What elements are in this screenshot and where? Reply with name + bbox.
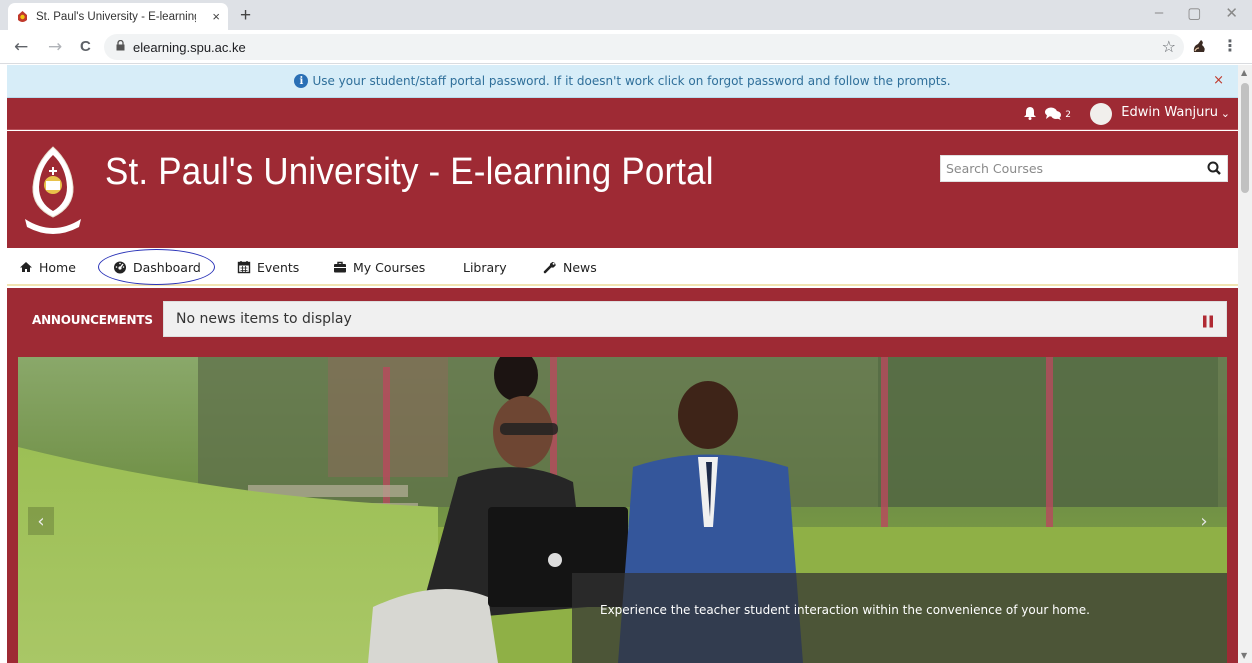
home-icon (19, 260, 33, 274)
scroll-up-icon[interactable]: ▲ (1241, 68, 1247, 77)
user-menu-name[interactable]: Edwin Wanjuru (1121, 105, 1218, 120)
pause-icon[interactable] (1202, 313, 1214, 328)
notifications-bell-icon[interactable] (1022, 105, 1038, 121)
browser-tab[interactable]: St. Paul's University - E-learning P × (8, 3, 228, 30)
wrench-icon (543, 260, 557, 274)
nav-library-label: Library (463, 259, 507, 275)
forward-button[interactable]: → (48, 37, 62, 57)
messages-icon[interactable] (1044, 106, 1062, 122)
url-text: elearning.spu.ac.ke (133, 39, 246, 55)
extension-icon[interactable] (1190, 37, 1208, 55)
browser-menu-icon[interactable]: ⋮ (1222, 36, 1238, 55)
nav-home-label: Home (39, 259, 76, 275)
scroll-down-icon[interactable]: ▼ (1241, 651, 1247, 660)
lock-icon (116, 39, 125, 54)
user-topbar: 2 Edwin Wanjuru ⌄ (7, 98, 1238, 130)
address-bar[interactable]: elearning.spu.ac.ke (104, 34, 1184, 60)
restore-button[interactable]: ▢ (1187, 4, 1201, 22)
site-header: St. Paul's University - E-learning Porta… (7, 131, 1238, 248)
calendar-icon (237, 260, 251, 274)
main-content: ANNOUNCEMENTS No news items to display ‹… (7, 288, 1238, 663)
slide-caption: Experience the teacher student interacti… (572, 573, 1227, 663)
announcements-ticker: No news items to display (163, 301, 1227, 337)
tab-close-icon[interactable]: × (212, 9, 220, 24)
info-alert: i Use your student/staff portal password… (7, 65, 1238, 98)
nav-my-courses-label: My Courses (353, 259, 426, 275)
nav-events-label: Events (257, 259, 300, 275)
page-scrollbar[interactable]: ▲ ▼ (1238, 65, 1252, 663)
slide-caption-text: Experience the teacher student interacti… (600, 603, 1090, 617)
hero-slider[interactable]: ‹ › Experience the teacher student inter… (18, 357, 1227, 663)
new-tab-button[interactable]: + (240, 5, 251, 27)
reload-button[interactable]: C (80, 38, 91, 55)
nav-news[interactable]: News (543, 248, 597, 286)
alert-close-icon[interactable]: × (1213, 73, 1224, 88)
search-input[interactable] (941, 156, 1203, 181)
messages-count-badge: 2 (1065, 110, 1071, 120)
announcements-text: No news items to display (176, 311, 352, 327)
site-title[interactable]: St. Paul's University - E-learning Porta… (105, 151, 714, 194)
close-window-button[interactable]: ✕ (1225, 4, 1238, 22)
browser-toolbar: ← → C elearning.spu.ac.ke ☆ ⋮ (0, 30, 1252, 64)
nav-events[interactable]: Events (237, 248, 299, 286)
course-search (940, 155, 1228, 182)
back-button[interactable]: ← (14, 37, 28, 57)
minimize-button[interactable]: – (1155, 4, 1163, 22)
avatar[interactable] (1090, 103, 1112, 125)
favicon-icon (16, 10, 29, 24)
university-crest-logo[interactable] (19, 145, 87, 237)
nav-news-label: News (563, 259, 597, 275)
alert-text: Use your student/staff portal password. … (312, 74, 951, 88)
main-navbar: Home Dashboard Events My Courses Library… (7, 248, 1238, 286)
info-icon: i (294, 74, 309, 88)
slider-next-button[interactable]: › (1191, 507, 1217, 535)
chevron-down-icon[interactable]: ⌄ (1221, 107, 1230, 120)
announcements-label: ANNOUNCEMENTS (32, 313, 153, 327)
tab-title: St. Paul's University - E-learning P (36, 10, 196, 23)
bookmark-star-icon[interactable]: ☆ (1162, 37, 1176, 56)
nav-home[interactable]: Home (19, 248, 76, 286)
dashboard-annotation-circle (98, 249, 215, 285)
nav-library[interactable]: Library (463, 248, 507, 286)
briefcase-icon (333, 260, 347, 274)
slider-prev-button[interactable]: ‹ (28, 507, 54, 535)
window-controls: – ▢ ✕ (1155, 4, 1238, 22)
scroll-thumb[interactable] (1241, 83, 1249, 193)
search-icon[interactable] (1206, 160, 1223, 177)
browser-tabstrip: St. Paul's University - E-learning P × +… (0, 0, 1252, 30)
nav-my-courses[interactable]: My Courses (333, 248, 425, 286)
